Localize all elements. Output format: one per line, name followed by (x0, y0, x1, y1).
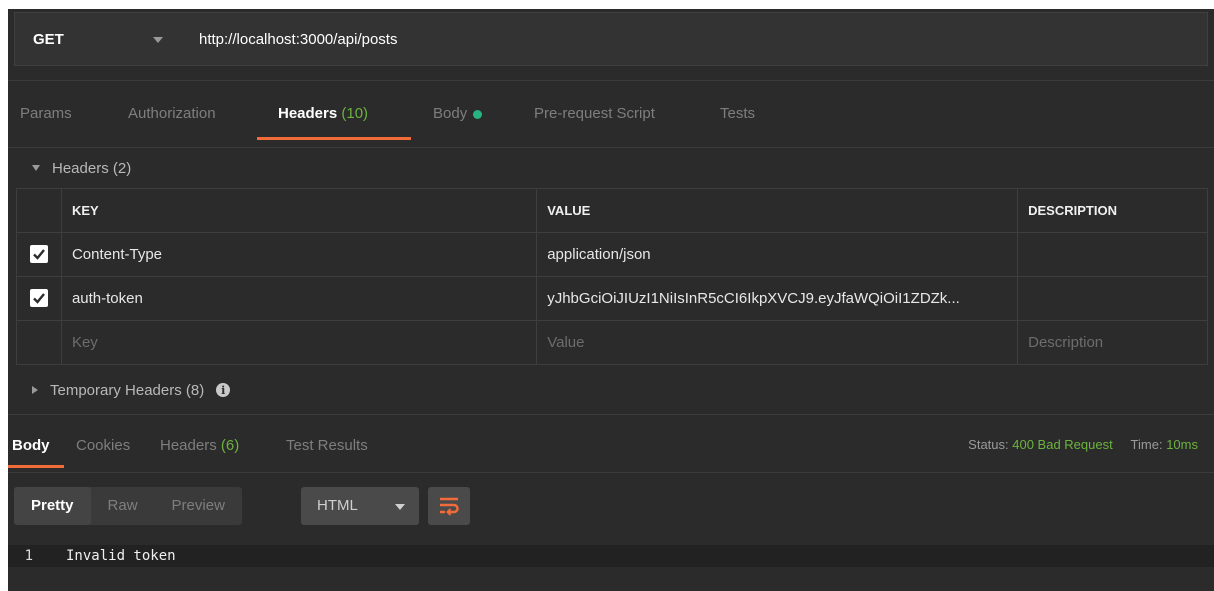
format-select[interactable]: HTML (301, 487, 419, 525)
header-key-cell[interactable]: auth-token (60, 276, 538, 321)
status-label: Status: (968, 437, 1009, 452)
time-value: 10ms (1166, 437, 1198, 452)
view-preview-button[interactable]: Preview (155, 487, 242, 525)
response-body-line: 1 Invalid token (8, 545, 1214, 567)
divider (8, 80, 1214, 81)
response-body-area (8, 567, 1214, 591)
tab-authorization[interactable]: Authorization (128, 101, 216, 141)
time-label: Time: (1130, 437, 1163, 452)
tab-label: Test Results (286, 437, 368, 454)
header-value-cell[interactable]: yJhbGciOiJIUzI1NiIsInR5cCI6IkpXVCJ9.eyJf… (536, 276, 1019, 321)
new-key-input[interactable]: Key (60, 320, 538, 365)
active-tab-indicator (257, 137, 411, 140)
status-value: 400 Bad Request (1012, 437, 1113, 452)
table-header-row: KEY VALUE DESCRIPTION (16, 188, 1208, 233)
header-key-cell[interactable]: Content-Type (60, 232, 538, 277)
line-number: 1 (24, 548, 33, 564)
info-icon[interactable]: i (216, 383, 231, 397)
tab-tests[interactable]: Tests (720, 101, 755, 141)
row-checkbox-cell (16, 232, 62, 277)
new-description-input[interactable]: Description (1017, 320, 1208, 365)
request-tabs: Params Authorization Headers (10) Body P… (8, 101, 1214, 141)
url-text: http://localhost:3000/api/posts (199, 30, 398, 48)
tab-headers[interactable]: Headers (10) (278, 101, 368, 141)
tab-label: Tests (720, 105, 756, 122)
response-status: Status: 400 Bad Request Time: 10ms (968, 437, 1198, 452)
headers-table: KEY VALUE DESCRIPTION Content-Type appli… (16, 188, 1208, 365)
header-value-cell[interactable]: application/json (536, 232, 1019, 277)
checkbox[interactable] (29, 244, 48, 263)
view-pretty-button[interactable]: Pretty (14, 487, 91, 525)
divider (8, 414, 1214, 415)
tab-label: Body (12, 437, 50, 454)
tab-label: Cookies (76, 437, 131, 454)
table-row-new: Key Value Description (16, 320, 1208, 365)
method-label: GET (33, 30, 64, 48)
tab-count: (6) (220, 437, 240, 454)
tab-pre-request-script[interactable]: Pre-request Script (534, 101, 655, 141)
url-bar: GET http://localhost:3000/api/posts (14, 12, 1208, 66)
column-header-description: DESCRIPTION (1017, 188, 1208, 233)
tab-body[interactable]: Body (433, 101, 483, 141)
active-response-tab-indicator (8, 465, 64, 468)
tab-label: Body (433, 105, 468, 122)
row-checkbox-cell (16, 276, 62, 321)
header-cell-checkbox (16, 188, 62, 233)
table-row: auth-token yJhbGciOiJIUzI1NiIsInR5cCI6Ik… (16, 276, 1208, 321)
column-header-key: KEY (60, 188, 538, 233)
method-select[interactable]: GET (15, 13, 183, 65)
tab-response-cookies[interactable]: Cookies (76, 437, 130, 454)
tab-params[interactable]: Params (20, 101, 72, 141)
tab-label: Pre-request Script (534, 105, 655, 122)
checkmark-icon (33, 248, 45, 260)
header-description-cell[interactable] (1017, 232, 1208, 277)
url-input[interactable]: http://localhost:3000/api/posts (185, 13, 1207, 65)
tab-response-test-results[interactable]: Test Results (286, 437, 368, 454)
headers-section-toggle[interactable]: Headers (2) (32, 153, 131, 183)
header-description-cell[interactable] (1017, 276, 1208, 321)
new-value-input[interactable]: Value (536, 320, 1019, 365)
divider (8, 472, 1214, 473)
tab-label: Headers (160, 437, 217, 454)
tab-label: Authorization (128, 105, 216, 122)
wrap-lines-button[interactable] (428, 487, 470, 525)
empty-checkbox-cell (16, 320, 62, 365)
divider (8, 147, 1214, 148)
checkmark-icon (33, 292, 45, 304)
tab-count: (10) (341, 105, 369, 122)
format-label: HTML (317, 497, 358, 514)
temporary-headers-toggle[interactable]: Temporary Headers (8) i (32, 375, 231, 405)
wrap-lines-icon (440, 497, 459, 516)
table-row: Content-Type application/json (16, 232, 1208, 277)
tab-response-body[interactable]: Body (12, 437, 50, 454)
column-header-value: VALUE (536, 188, 1019, 233)
tab-label: Headers (278, 105, 338, 122)
response-body-text[interactable]: Invalid token (66, 548, 176, 564)
postman-window: GET http://localhost:3000/api/posts Para… (8, 9, 1214, 591)
caret-down-icon (32, 165, 40, 171)
tab-label: Params (20, 105, 72, 122)
checkbox[interactable] (29, 288, 48, 307)
temporary-headers-title: Temporary Headers (8) (50, 381, 205, 399)
caret-right-icon (32, 386, 38, 394)
body-dot-icon (473, 109, 483, 119)
headers-section-title: Headers (2) (52, 159, 132, 177)
view-mode-group: Pretty Raw Preview (14, 487, 242, 525)
chevron-down-icon (153, 37, 163, 43)
view-raw-button[interactable]: Raw (91, 487, 155, 525)
chevron-down-icon (395, 504, 405, 510)
tab-response-headers[interactable]: Headers (6) (160, 437, 239, 454)
